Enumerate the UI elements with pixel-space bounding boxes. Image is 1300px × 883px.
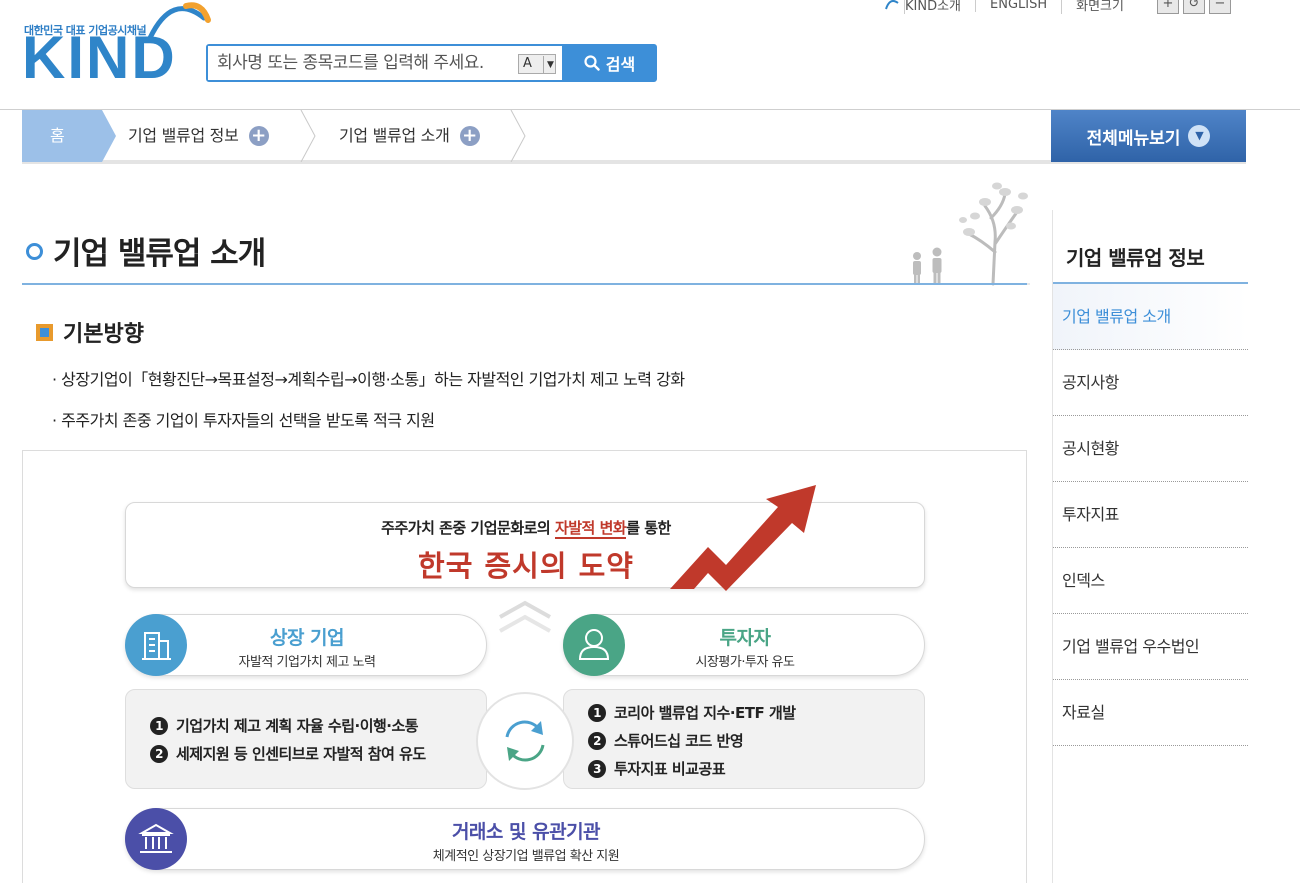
page-title-text: 기업 밸류업 소개 [53,236,266,272]
diagram-companies-item-text: 세제지원 등 인센티브로 자발적 참여 유도 [176,745,426,763]
title-divider [22,283,1027,285]
circle-bullet-icon [26,243,43,260]
diagram-investors-item-text: 투자지표 비교공표 [614,760,726,778]
plus-circle-icon[interactable]: + [248,126,269,146]
section-heading-text: 기본방향 [63,322,144,347]
breadcrumb-home[interactable]: 홈 [22,110,102,162]
font-select[interactable]: A ▼ [510,46,562,80]
util-link-screen-size: 화면크기 [1061,0,1138,14]
sidebar-item-valueup-intro[interactable]: 기업 밸류업 소개 [1053,284,1248,350]
sidebar-item-index[interactable]: 인덱스 [1053,548,1248,614]
kind-intro-icon [885,0,899,10]
building-icon [125,614,187,676]
diagram-investors-item: 1 코리아 밸류업 지수·ETF 개발 [588,702,796,723]
zoom-out-button[interactable]: − [1209,0,1231,14]
sidebar-item-investment-indicators[interactable]: 투자지표 [1053,482,1248,548]
logo-wordmark: KIND [22,24,177,91]
breadcrumb-item-valueup-intro[interactable]: 기업 밸류업 소개 + [339,110,480,162]
breadcrumb-separator-icon [300,110,316,162]
diagram-investors-item: 3 투자지표 비교공표 [588,758,726,779]
diagram-goal-line1-b: 를 통한 [626,519,671,537]
bullet-item: · 상장기업이「현황진단→목표설정→계획수립→이행·소통」하는 자발적인 기업가… [52,370,685,389]
number-1-icon: 1 [150,716,168,735]
kind-logo[interactable]: 대한민국 대표 기업공시채널 KIND [22,0,211,91]
chevron-down-icon: ▼ [543,56,554,74]
institution-icon [125,808,187,870]
diagram-companies-item-text: 기업가치 제고 계획 자율 수립·이행·소통 [176,717,419,735]
page-title: 기업 밸류업 소개 [26,228,266,273]
sidebar: 기업 밸류업 정보 기업 밸류업 소개 공지사항 공시현황 투자지표 인덱스 기… [1052,210,1248,883]
section-heading: 기본방향 [36,316,144,348]
search-icon [584,55,600,71]
zoom-in-button[interactable]: + [1157,0,1179,14]
diagram-companies-detail: 1 기업가치 제고 계획 자율 수립·이행·소통 2 세제지원 등 인센티브로 자발… [125,689,487,789]
diagram-investors-item-text: 코리아 밸류업 지수·ETF 개발 [614,704,796,722]
diagram-goal-line1-a: 주주가치 존중 기업문화로의 [381,519,555,537]
diagram-goal-highlight: 자발적 변화 [554,519,627,539]
chevron-down-icon: ▼ [1188,125,1211,147]
search-input[interactable] [208,46,510,80]
chevron-up-icon [499,600,551,633]
number-2-icon: 2 [150,744,168,763]
bullet-item: · 주주가치 존중 기업이 투자자들의 선택을 받도록 적극 지원 [52,411,435,430]
breadcrumb-item-valueup-info[interactable]: 기업 밸류업 정보 + [128,110,269,162]
diagram-investors-detail: 1 코리아 밸류업 지수·ETF 개발 2 스튜어드십 코드 반영 3 투자지표 비교… [563,689,925,789]
util-link-english[interactable]: ENGLISH [975,0,1061,12]
font-select-box[interactable]: A ▼ [518,54,556,74]
header: 대한민국 대표 기업공시채널 KIND A ▼ 검색 KIND소개 ENGLIS… [0,0,1300,110]
diagram-investors-item: 2 스튜어드십 코드 반영 [588,730,744,751]
cycle-icon [476,692,574,790]
tree-illustration-icon [905,182,1030,286]
diagram-exchange-subtitle: 체계적인 상장기업 밸류업 확산 지원 [432,849,620,864]
utility-links: KIND소개 ENGLISH 화면크기 [884,0,1138,14]
breadcrumb-item-label: 기업 밸류업 소개 [339,126,450,145]
search-button[interactable]: 검색 [564,46,655,80]
diagram-companies-item: 2 세제지원 등 인센티브로 자발적 참여 유도 [150,743,426,764]
sidebar-item-notices[interactable]: 공지사항 [1053,350,1248,416]
zoom-reset-button[interactable]: ↺ [1183,0,1205,14]
search-box: A ▼ 검색 [206,44,657,82]
all-menu-label: 전체메뉴보기 [1086,128,1181,149]
breadcrumb: 홈 기업 밸류업 정보 + 기업 밸류업 소개 + 전체메뉴보기 ▼ [22,110,1246,164]
diagram-exchange-title: 거래소 및 유관기관 [451,821,601,843]
breadcrumb-home-arrow [102,110,116,162]
diagram-exchange-box: 거래소 및 유관기관 체계적인 상장기업 밸류업 확산 지원 [125,808,925,870]
search-button-label: 검색 [605,55,636,74]
valueup-diagram: 주주가치 존중 기업문화로의 자발적 변화를 통한 한국 증시의 도약 상장 기… [22,450,1027,883]
sidebar-title: 기업 밸류업 정보 [1066,246,1205,270]
diagram-companies-item: 1 기업가치 제고 계획 자율 수립·이행·소통 [150,715,419,736]
font-select-value: A [523,56,532,71]
sidebar-item-disclosures[interactable]: 공시현황 [1053,416,1248,482]
zoom-buttons: + ↺ − [1157,0,1231,14]
growth-arrow-icon [670,485,816,591]
sidebar-item-archive[interactable]: 자료실 [1053,680,1248,746]
number-1-icon: 1 [588,703,606,722]
number-2-icon: 2 [588,731,606,750]
sidebar-item-excellent-companies[interactable]: 기업 밸류업 우수법인 [1053,614,1248,680]
breadcrumb-separator-icon [510,110,526,162]
person-icon [563,614,625,676]
number-3-icon: 3 [588,759,606,778]
plus-circle-icon[interactable]: + [459,126,480,146]
breadcrumb-item-label: 기업 밸류업 정보 [128,126,239,145]
util-link-kind-intro[interactable]: KIND소개 [904,0,975,14]
diagram-investors-item-text: 스튜어드십 코드 반영 [614,732,744,750]
all-menu-button[interactable]: 전체메뉴보기 ▼ [1051,110,1246,162]
square-bullet-icon [36,323,53,341]
